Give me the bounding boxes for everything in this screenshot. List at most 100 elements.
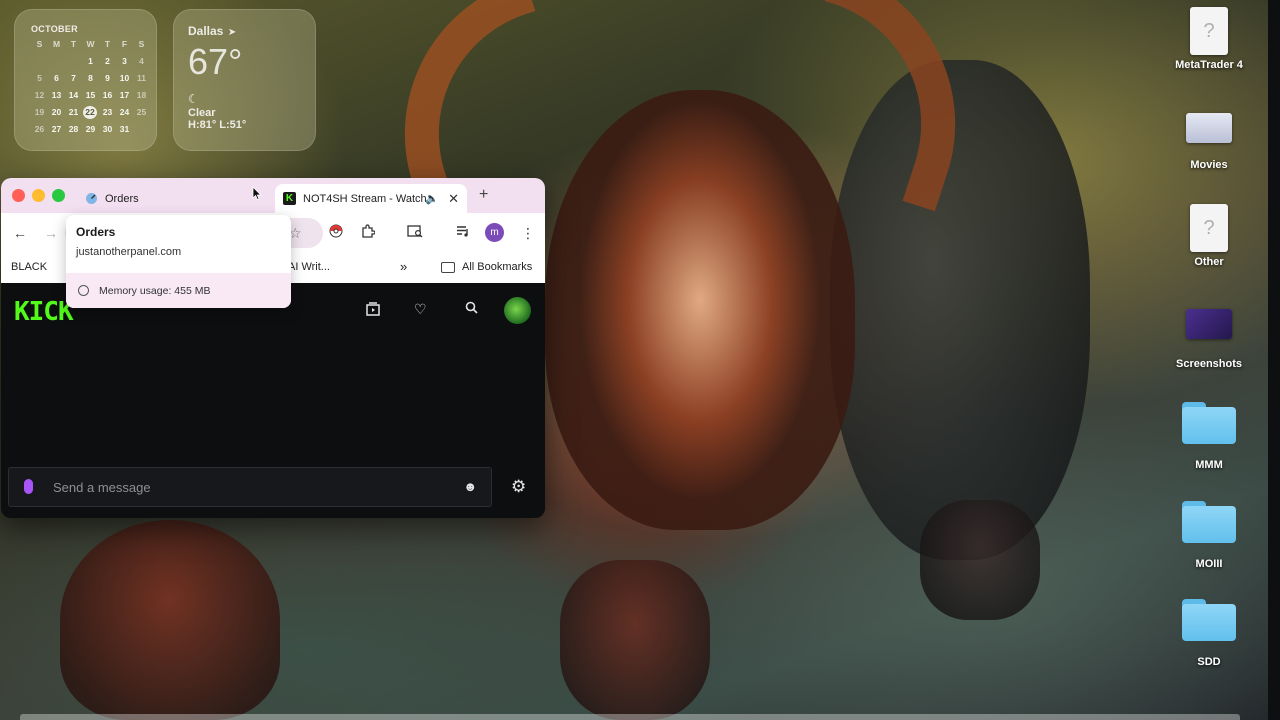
tab-orders[interactable]: Orders [77, 184, 273, 213]
search-icon[interactable] [465, 301, 478, 317]
calendar-day: 11 [137, 73, 146, 83]
calendar-day: 8 [88, 73, 93, 83]
calendar-day: 30 [102, 124, 113, 134]
extensions-puzzle-icon[interactable] [361, 224, 376, 242]
weather-high-low: H:81° L:51° [188, 119, 247, 131]
profile-avatar[interactable]: m [485, 223, 504, 242]
speaker-icon[interactable]: 🔈 [425, 192, 439, 205]
document-icon: ? [1190, 204, 1228, 252]
more-menu-icon[interactable]: ⋮ [521, 224, 535, 242]
calendar-day: 4 [139, 56, 144, 66]
calendar-day: 19 [34, 107, 45, 117]
chat-input[interactable]: Send a message ☻ [8, 467, 492, 507]
calendar-day: 3 [122, 56, 127, 66]
all-bookmarks-label: All Bookmarks [462, 261, 533, 273]
desktop-icon-moiii[interactable]: MOIII [1169, 501, 1249, 570]
tab-hover-card: Orders justanotherpanel.com Memory usage… [66, 215, 291, 308]
desktop-icon-screenshots[interactable]: Screenshots [1169, 309, 1249, 370]
window-minimize-button[interactable] [32, 189, 45, 202]
forward-arrow-icon[interactable]: → [44, 224, 58, 242]
weekday-label: F [121, 39, 128, 49]
calendar-day: 26 [34, 124, 45, 134]
back-arrow-icon[interactable]: ← [13, 224, 27, 242]
desktop-icon-label: Other [1194, 256, 1224, 268]
calendar-day: 14 [68, 90, 79, 100]
dock[interactable] [20, 714, 1240, 720]
weekday-label: W [86, 39, 95, 49]
calendar-day: 13 [51, 90, 62, 100]
calendar-day: 10 [119, 73, 130, 83]
following-clips-icon[interactable] [365, 301, 381, 320]
desktop-icon-movies[interactable]: Movies [1169, 113, 1249, 171]
calendar-day [48, 55, 65, 68]
calendar-day [65, 55, 82, 68]
weekday-label: M [52, 39, 61, 49]
wallpaper-bull-leg [920, 500, 1040, 620]
tab-search-icon[interactable] [407, 224, 423, 242]
location-arrow-icon: ➤ [227, 27, 237, 38]
calendar-month: OCTOBER [31, 24, 78, 34]
desktop-icon-metatrader[interactable]: ? MetaTrader 4 [1169, 7, 1249, 71]
calendar-day: 21 [68, 107, 79, 117]
memory-usage-text: Memory usage: 455 MB [99, 284, 211, 297]
calendar-day: 25 [136, 107, 147, 117]
calendar-day: 12 [34, 90, 45, 100]
bookmark-black[interactable]: BLACK [11, 261, 47, 273]
hovercard-url: justanotherpanel.com [76, 246, 182, 258]
wallpaper-bull-leg [60, 520, 280, 720]
weather-widget[interactable]: Dallas ➤ 67° ☾ Clear H:81° L:51° [173, 9, 316, 151]
image-thumbnail-icon [1186, 309, 1232, 339]
calendar-day: 29 [85, 124, 96, 134]
microphone-icon[interactable] [24, 479, 33, 494]
tab-kick-stream[interactable]: K NOT4SH Stream - Watch 🔈 ✕ [275, 184, 467, 213]
pokeball-extension-icon[interactable] [329, 224, 343, 242]
calendar-day: 1 [88, 56, 93, 66]
folder-icon [1182, 599, 1236, 641]
orders-favicon-icon [85, 192, 98, 205]
calendar-day: 31 [119, 124, 130, 134]
weather-temperature: 67° [188, 41, 243, 82]
wallpaper-bull-leg [560, 560, 710, 720]
calendar-day: 23 [102, 107, 113, 117]
window-close-button[interactable] [12, 189, 25, 202]
hovercard-title: Orders [76, 225, 116, 239]
calendar-day: 28 [68, 124, 79, 134]
calendar-widget[interactable]: OCTOBER S M T W T F S 1 2 3 4 5 6 7 8 9 … [14, 9, 157, 151]
wallpaper-bull-head [545, 90, 855, 530]
tab-bar: Orders K NOT4SH Stream - Watch 🔈 ✕ + [1, 178, 545, 213]
image-thumbnail-icon [1186, 113, 1232, 143]
desktop-icon-label: MetaTrader 4 [1175, 59, 1243, 71]
weather-condition: Clear [188, 107, 216, 119]
bookmark-ai-writer[interactable]: AI Writ... [288, 261, 330, 273]
emoji-icon[interactable]: ☻ [463, 479, 477, 494]
desktop-icon-sdd[interactable]: SDD [1169, 599, 1249, 668]
weekday-label: T [104, 39, 111, 49]
chat-settings-gear-icon[interactable]: ⚙ [511, 477, 526, 497]
tab-title: Orders [105, 192, 139, 205]
kick-favicon-icon: K [283, 192, 296, 205]
weather-location: Dallas ➤ [188, 22, 301, 40]
calendar-day: 24 [119, 107, 130, 117]
calendar-day: 7 [71, 73, 76, 83]
folder-icon [1182, 501, 1236, 543]
tab-close-icon[interactable]: ✕ [448, 191, 459, 207]
calendar-grid: S M T W T F S 1 2 3 4 5 6 7 8 9 10 11 12… [31, 38, 146, 136]
kick-logo[interactable]: KICK [14, 297, 74, 327]
window-fullscreen-button[interactable] [52, 189, 65, 202]
user-avatar[interactable] [504, 297, 531, 324]
media-playlist-icon[interactable] [456, 224, 470, 242]
hovercard-memory: Memory usage: 455 MB [66, 273, 291, 308]
weekday-label: S [138, 39, 145, 49]
folder-icon [1182, 402, 1236, 444]
heart-icon[interactable]: ♡ [414, 301, 427, 318]
bookmarks-overflow-chevron-icon[interactable]: » [400, 259, 407, 274]
desktop-icon-mmm[interactable]: MMM [1169, 402, 1249, 471]
desktop-icon-label: MOIII [1195, 558, 1223, 570]
calendar-day: 15 [85, 90, 96, 100]
new-tab-button[interactable]: + [479, 186, 488, 204]
desktop-icon-other[interactable]: ? Other [1169, 204, 1249, 268]
weekday-label: T [70, 39, 77, 49]
screen-edge [1268, 0, 1280, 720]
tab-title: NOT4SH Stream - Watch [303, 192, 427, 205]
all-bookmarks-button[interactable]: All Bookmarks [441, 261, 532, 273]
